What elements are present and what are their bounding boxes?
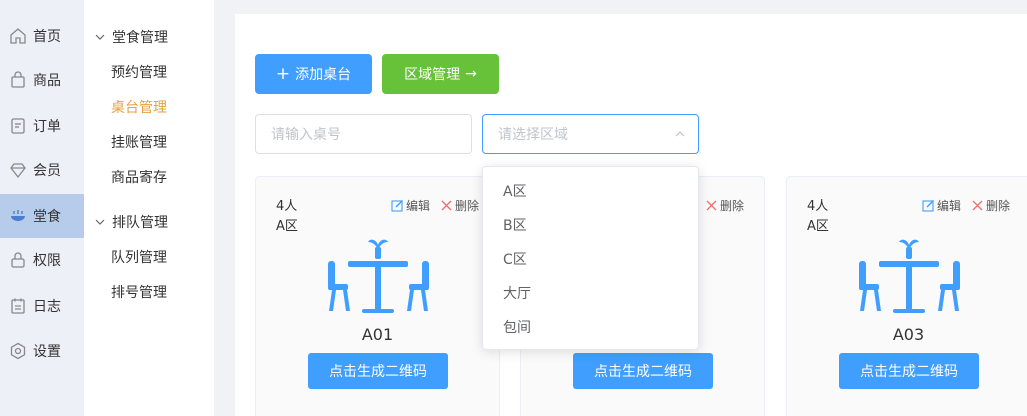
nav-label: 首页	[33, 29, 61, 45]
nav-item-orders[interactable]: 订单	[0, 104, 84, 148]
generate-qr-button[interactable]: 点击生成二维码	[573, 353, 713, 389]
diamond-icon	[9, 161, 27, 179]
delete-button[interactable]: 删除	[705, 197, 744, 214]
bag-icon	[9, 71, 27, 89]
nav-item-members[interactable]: 会员	[0, 148, 84, 192]
nav-item-home[interactable]: 首页	[0, 14, 84, 58]
area-select[interactable]: 请选择区域	[482, 114, 699, 154]
generate-qr-button[interactable]: 点击生成二维码	[308, 353, 448, 389]
delete-button[interactable]: 删除	[971, 197, 1010, 214]
table-number-placeholder: 请输入桌号	[271, 127, 341, 143]
dining-table-icon	[859, 239, 960, 313]
area-select-placeholder: 请选择区域	[498, 127, 568, 143]
table-card: 4人 A区 编辑 删除	[786, 176, 1027, 416]
edit-icon	[391, 200, 403, 212]
dining-icon	[9, 207, 27, 225]
delete-button[interactable]: 删除	[440, 197, 479, 214]
add-table-label: 添加桌台	[295, 67, 352, 83]
edit-label: 编辑	[405, 199, 430, 213]
nav-label: 会员	[33, 163, 61, 179]
table-capacity: 4人 A区	[807, 197, 829, 237]
submenu-item-number[interactable]: 排号管理	[111, 282, 167, 302]
area-option[interactable]: 大厅	[483, 276, 698, 310]
order-icon	[9, 117, 27, 135]
nav-item-settings[interactable]: 设置	[0, 329, 84, 373]
delete-label: 删除	[719, 199, 744, 213]
dining-table-icon	[328, 239, 429, 313]
nav-item-logs[interactable]: 日志	[0, 284, 84, 328]
settings-icon	[9, 342, 27, 360]
submenu-group-dining[interactable]: 堂食管理	[94, 27, 168, 47]
submenu-item-reservation[interactable]: 预约管理	[111, 62, 167, 82]
chevron-down-icon	[95, 34, 105, 40]
nav-item-goods[interactable]: 商品	[0, 58, 84, 102]
close-icon	[441, 200, 452, 211]
nav-label: 商品	[33, 73, 61, 89]
area-manage-label: 区域管理	[404, 67, 461, 83]
add-table-button[interactable]: + 添加桌台	[255, 54, 372, 94]
submenu-item-credit[interactable]: 挂账管理	[111, 132, 167, 152]
sub-menu: 堂食管理 预约管理 桌台管理 挂账管理 商品寄存 排队管理 队列管理 排号管理	[84, 0, 214, 416]
arrow-right-icon: →	[465, 66, 477, 82]
home-icon	[9, 27, 27, 45]
lock-icon	[9, 251, 27, 269]
table-area: A区	[807, 219, 829, 234]
area-dropdown: A区 B区 C区 大厅 包间	[482, 166, 699, 350]
edit-label: 编辑	[936, 199, 961, 213]
main-nav: 首页 商品 订单 会员 堂食 权限 日志 设置	[0, 0, 84, 416]
nav-label: 堂食	[33, 209, 61, 225]
nav-label: 订单	[33, 119, 61, 135]
generate-qr-button[interactable]: 点击生成二维码	[839, 353, 979, 389]
nav-label: 日志	[33, 299, 61, 315]
area-option[interactable]: 包间	[483, 310, 698, 344]
nav-label: 权限	[33, 253, 61, 269]
area-manage-button[interactable]: 区域管理 →	[382, 54, 499, 94]
table-capacity: 4人 A区	[276, 197, 298, 237]
table-card: 4人 A区 编辑 删除	[255, 176, 500, 416]
submenu-item-storage[interactable]: 商品寄存	[111, 167, 167, 187]
edit-icon	[922, 200, 934, 212]
plus-icon: +	[275, 63, 291, 84]
submenu-group-title: 堂食管理	[112, 30, 168, 46]
edit-button[interactable]: 编辑	[922, 197, 961, 214]
close-icon	[972, 200, 983, 211]
nav-item-dining[interactable]: 堂食	[0, 194, 84, 238]
delete-label: 删除	[985, 199, 1010, 213]
submenu-item-tables[interactable]: 桌台管理	[111, 97, 167, 117]
edit-button[interactable]: 编辑	[391, 197, 430, 214]
table-name: A03	[892, 325, 925, 344]
submenu-group-queue[interactable]: 排队管理	[94, 212, 168, 232]
table-name: A01	[361, 325, 394, 344]
table-area: A区	[276, 219, 298, 234]
area-option[interactable]: B区	[483, 208, 698, 242]
area-option[interactable]: A区	[483, 174, 698, 208]
table-people: 4人	[276, 199, 298, 214]
table-people: 4人	[807, 199, 829, 214]
table-number-input[interactable]: 请输入桌号	[255, 114, 472, 154]
nav-item-permissions[interactable]: 权限	[0, 238, 84, 282]
submenu-group-title: 排队管理	[112, 215, 168, 231]
chevron-down-icon	[95, 219, 105, 225]
close-icon	[706, 200, 717, 211]
chevron-up-icon	[675, 131, 685, 137]
area-option[interactable]: C区	[483, 242, 698, 276]
delete-label: 删除	[454, 199, 479, 213]
log-icon	[9, 297, 27, 315]
nav-label: 设置	[33, 344, 61, 360]
submenu-item-queue-list[interactable]: 队列管理	[111, 247, 167, 267]
